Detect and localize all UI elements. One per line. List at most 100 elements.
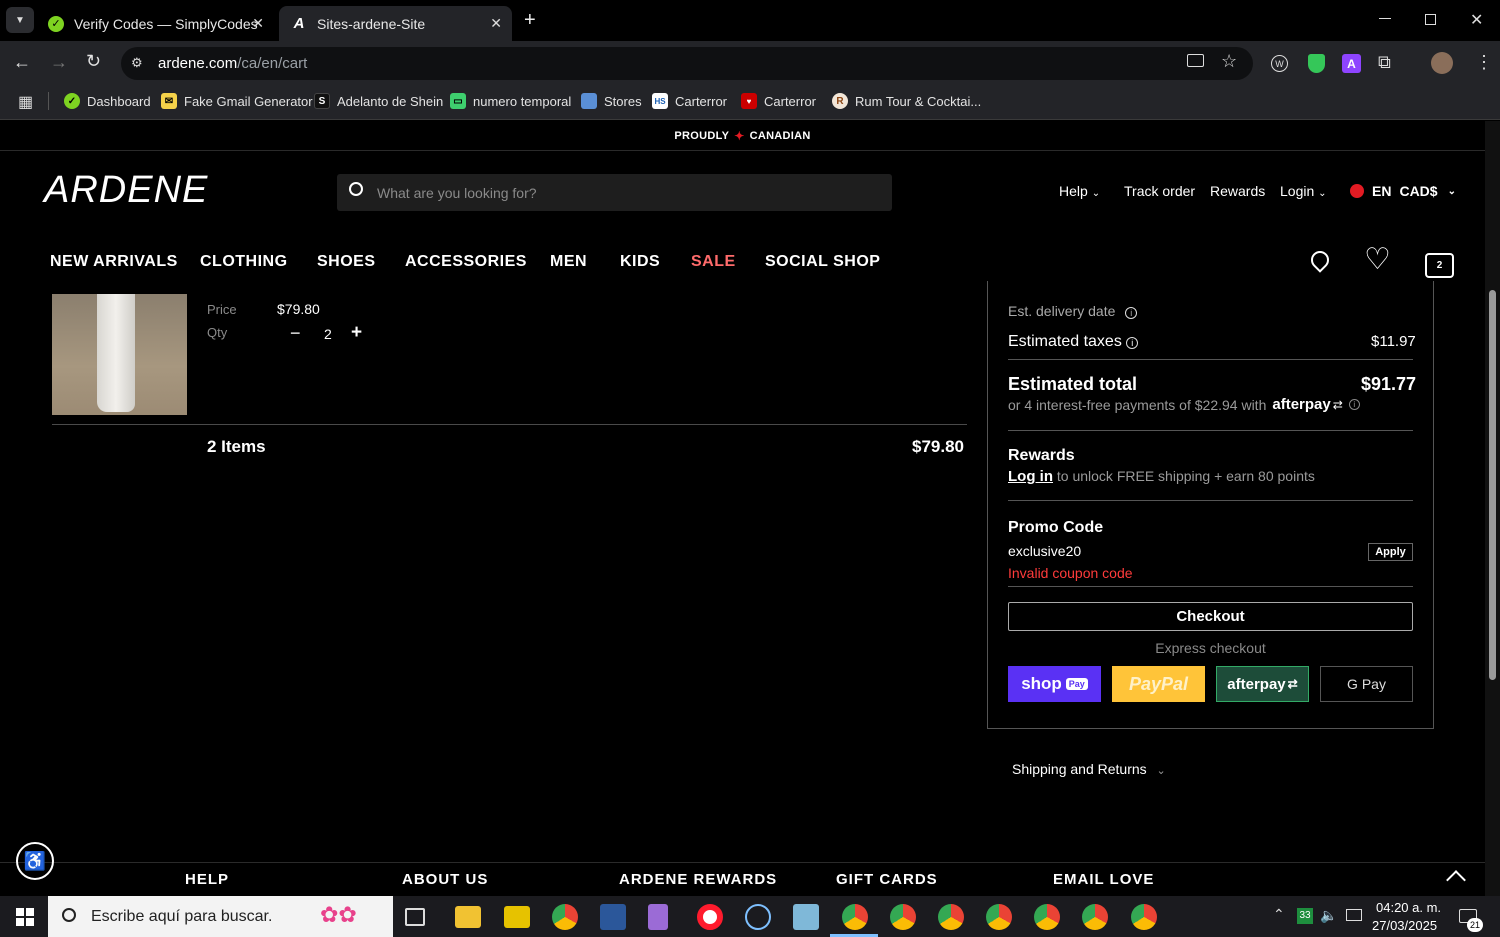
bookmark-carterror-1[interactable]: HS Carterror: [652, 92, 727, 110]
close-tab-icon[interactable]: ✕: [252, 15, 264, 32]
forward-icon[interactable]: →: [50, 52, 68, 73]
nav-men[interactable]: MEN: [550, 253, 587, 271]
checkout-button[interactable]: Checkout: [1008, 602, 1413, 631]
chrome-profile-3-icon[interactable]: [938, 904, 964, 930]
tray-app-badge[interactable]: 33: [1297, 908, 1313, 924]
info-icon[interactable]: i: [1126, 337, 1139, 349]
qty-increase-button[interactable]: +: [351, 322, 362, 344]
clock-app-icon[interactable]: [745, 904, 771, 930]
site-search-box[interactable]: What are you looking for?: [337, 174, 892, 211]
promo-code-input[interactable]: exclusive20: [1008, 543, 1081, 559]
reload-icon[interactable]: ↻: [86, 51, 101, 72]
google-pay-button[interactable]: G Pay: [1320, 666, 1413, 702]
volume-icon[interactable]: 🔈: [1320, 907, 1337, 924]
store-locator-icon[interactable]: [1307, 247, 1333, 277]
footer-ardene-rewards[interactable]: ARDENE REWARDS: [619, 871, 777, 888]
close-window-icon[interactable]: ✕: [1470, 10, 1483, 30]
scrollbar-thumb[interactable]: [1489, 290, 1496, 680]
app-blue-icon[interactable]: [793, 904, 819, 930]
chrome-profile-1-icon[interactable]: [842, 904, 868, 930]
clock-time[interactable]: 04:20 a. m.: [1376, 900, 1441, 915]
qty-value[interactable]: 2: [324, 326, 332, 342]
locale-selector[interactable]: EN CAD$ ⌄: [1350, 183, 1456, 199]
shipping-returns-toggle[interactable]: Shipping and Returns ⌄: [1012, 761, 1166, 777]
nav-new-arrivals[interactable]: NEW ARRIVALS: [50, 253, 178, 271]
bookmark-star-icon[interactable]: ☆: [1221, 51, 1237, 72]
extensions-puzzle-icon[interactable]: ⧉: [1378, 52, 1391, 73]
paypal-button[interactable]: PayPal: [1112, 666, 1205, 702]
chrome-profile-7-icon[interactable]: [1131, 904, 1157, 930]
bookmark-carterror-2[interactable]: ♥ Carterror: [741, 92, 816, 110]
footer-gift-cards[interactable]: GIFT CARDS: [836, 871, 938, 888]
close-tab-icon[interactable]: ✕: [490, 15, 502, 32]
bookmark-dashboard[interactable]: ✓ Dashboard: [64, 92, 151, 110]
site-info-icon[interactable]: ⚙: [131, 55, 143, 71]
search-input[interactable]: What are you looking for?: [377, 185, 537, 201]
new-tab-icon[interactable]: +: [524, 9, 536, 32]
track-order-link[interactable]: Track order: [1124, 183, 1195, 199]
accessibility-button[interactable]: ♿: [16, 842, 54, 880]
footer-about-us[interactable]: ABOUT US: [402, 871, 488, 888]
footer-help[interactable]: HELP: [185, 871, 229, 888]
install-app-icon[interactable]: [1187, 54, 1204, 67]
nav-clothing[interactable]: CLOTHING: [200, 253, 288, 271]
afterpay-logo[interactable]: afterpay: [1272, 396, 1330, 413]
afterpay-button[interactable]: afterpay ⇄: [1216, 666, 1309, 702]
ardene-logo[interactable]: ARDENE: [44, 169, 208, 212]
back-to-top-icon[interactable]: [1446, 870, 1466, 890]
address-bar[interactable]: ⚙ ardene.com/ca/en/cart ☆: [121, 47, 1253, 80]
nav-shoes[interactable]: SHOES: [317, 253, 376, 271]
network-icon[interactable]: [1346, 909, 1362, 921]
chrome-profile-5-icon[interactable]: [1034, 904, 1060, 930]
browser-menu-icon[interactable]: ⋮: [1475, 52, 1493, 73]
task-view-icon[interactable]: [405, 908, 425, 926]
windows-start-icon[interactable]: [16, 908, 34, 926]
profile-avatar[interactable]: [1431, 52, 1453, 74]
tab-simplycodes[interactable]: ✓ Verify Codes — SimplyCodes ✕: [36, 6, 274, 41]
chrome-profile-2-icon[interactable]: [890, 904, 916, 930]
info-icon[interactable]: i: [1348, 399, 1360, 410]
help-dropdown[interactable]: Help ⌄: [1059, 183, 1100, 199]
nav-kids[interactable]: KIDS: [620, 253, 660, 271]
login-dropdown[interactable]: Login ⌄: [1280, 183, 1327, 199]
chrome-profile-4-icon[interactable]: [986, 904, 1012, 930]
clock-date[interactable]: 27/03/2025: [1372, 918, 1437, 933]
footer-email-love[interactable]: EMAIL LOVE: [1053, 871, 1154, 888]
shop-pay-button[interactable]: shop Pay: [1008, 666, 1101, 702]
bookmark-shein[interactable]: S Adelanto de Shein: [314, 92, 443, 110]
taskbar-search[interactable]: Escribe aquí para buscar. ✿✿: [48, 896, 393, 937]
restore-icon[interactable]: [1425, 14, 1436, 25]
back-icon[interactable]: ←: [13, 52, 31, 73]
file-explorer-icon[interactable]: [455, 906, 481, 928]
bookmark-numero[interactable]: ▭ numero temporal: [450, 92, 571, 110]
app-fw-icon[interactable]: [504, 906, 530, 928]
product-image[interactable]: [52, 294, 187, 415]
opera-icon[interactable]: [697, 904, 723, 930]
rewards-login-link[interactable]: Log in: [1008, 468, 1053, 485]
bookmark-stores[interactable]: Stores: [581, 92, 642, 110]
word-icon[interactable]: [600, 904, 626, 930]
nav-accessories[interactable]: ACCESSORIES: [405, 253, 527, 271]
bookmark-rum-tour[interactable]: R Rum Tour & Cocktai...: [832, 92, 981, 110]
nav-social-shop[interactable]: SOCIAL SHOP: [765, 253, 880, 271]
nav-sale[interactable]: SALE: [691, 253, 736, 271]
minimize-icon[interactable]: [1379, 18, 1391, 19]
chrome-icon[interactable]: [552, 904, 578, 930]
wishlist-heart-icon[interactable]: ♡: [1364, 245, 1391, 275]
apply-promo-button[interactable]: Apply: [1368, 543, 1413, 561]
taskbar-search-input[interactable]: Escribe aquí para buscar.: [91, 908, 272, 926]
extension-shield-icon[interactable]: [1308, 54, 1325, 73]
extension-w-icon[interactable]: W: [1271, 55, 1288, 72]
qty-decrease-button[interactable]: −: [290, 323, 301, 344]
tab-search-button[interactable]: ▼: [6, 7, 34, 33]
info-icon[interactable]: i: [1125, 307, 1138, 319]
rewards-link[interactable]: Rewards: [1210, 183, 1265, 199]
pen-app-icon[interactable]: [648, 904, 668, 930]
bookmark-fake-gmail[interactable]: ✉ Fake Gmail Generator: [161, 92, 313, 110]
apps-grid-icon[interactable]: ▦: [18, 92, 33, 112]
extension-a-icon[interactable]: A: [1342, 54, 1361, 73]
cart-bag-icon[interactable]: 2: [1425, 253, 1454, 278]
tray-chevron-up-icon[interactable]: ⌃: [1273, 906, 1285, 923]
chrome-profile-6-icon[interactable]: [1082, 904, 1108, 930]
tab-ardene[interactable]: A Sites-ardene-Site ✕: [279, 6, 512, 41]
